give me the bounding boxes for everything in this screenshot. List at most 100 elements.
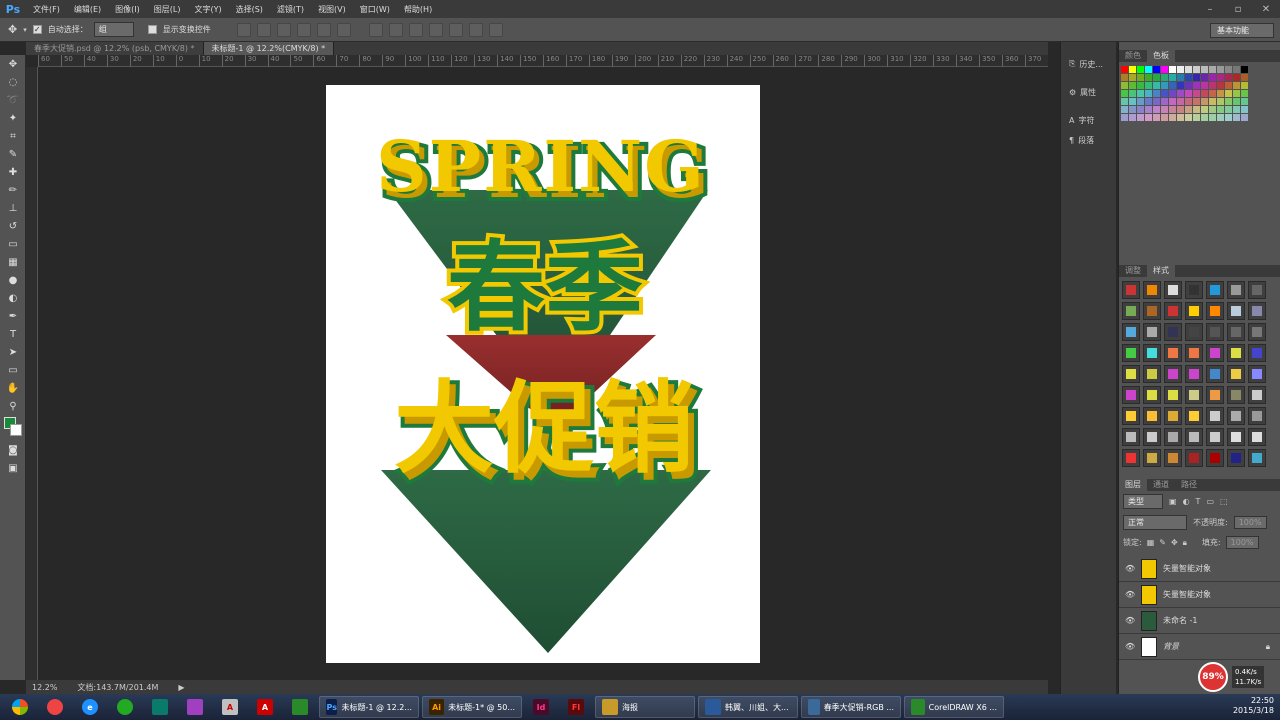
style-swatch[interactable]: [1122, 323, 1140, 341]
lock-pixels-icon[interactable]: ▦: [1147, 538, 1155, 547]
color-swatches[interactable]: [0, 415, 26, 441]
swatch[interactable]: [1145, 114, 1152, 121]
swatch[interactable]: [1129, 74, 1136, 81]
taskbar-flash[interactable]: Fl: [560, 696, 592, 718]
dodge-tool-icon[interactable]: ◐: [0, 289, 26, 307]
move-tool-icon[interactable]: ✥: [0, 55, 26, 73]
move-tool-icon[interactable]: ✥: [8, 23, 17, 36]
swatch[interactable]: [1225, 114, 1232, 121]
swatch[interactable]: [1233, 74, 1240, 81]
gradient-tool-icon[interactable]: ▦: [0, 253, 26, 271]
style-swatch[interactable]: [1143, 428, 1161, 446]
swatch[interactable]: [1129, 82, 1136, 89]
swatch[interactable]: [1121, 106, 1128, 113]
swatch[interactable]: [1217, 90, 1224, 97]
show-transform-checkbox[interactable]: [147, 25, 157, 34]
background-color[interactable]: [10, 424, 22, 436]
style-swatch[interactable]: [1206, 281, 1224, 299]
eraser-tool-icon[interactable]: ▭: [0, 235, 26, 253]
style-swatch[interactable]: [1143, 323, 1161, 341]
swatch[interactable]: [1177, 114, 1184, 121]
swatch[interactable]: [1233, 98, 1240, 105]
close-icon[interactable]: ✕: [1252, 0, 1280, 18]
swatch[interactable]: [1137, 106, 1144, 113]
swatches-grid[interactable]: [1119, 62, 1280, 125]
swatch[interactable]: [1161, 82, 1168, 89]
minimize-icon[interactable]: –: [1196, 0, 1224, 18]
swatch[interactable]: [1185, 106, 1192, 113]
swatch[interactable]: [1177, 74, 1184, 81]
swatch[interactable]: [1217, 82, 1224, 89]
swatch[interactable]: [1193, 98, 1200, 105]
fill-input[interactable]: 100%: [1225, 536, 1259, 549]
type-tool-icon[interactable]: T: [0, 325, 26, 343]
taskbar-app-purple[interactable]: [179, 696, 211, 718]
menu-help[interactable]: 帮助(H): [397, 4, 439, 15]
swatch[interactable]: [1241, 106, 1248, 113]
swatch[interactable]: [1201, 90, 1208, 97]
swatch[interactable]: [1177, 98, 1184, 105]
distribute-bottom-icon[interactable]: [408, 22, 423, 37]
swatch[interactable]: [1153, 74, 1160, 81]
style-swatch[interactable]: [1248, 323, 1266, 341]
align-vcenter-icon[interactable]: [256, 22, 271, 37]
magic-wand-tool-icon[interactable]: ✦: [0, 109, 26, 127]
blend-mode-dropdown[interactable]: 正常: [1123, 515, 1187, 530]
style-swatch[interactable]: [1248, 344, 1266, 362]
style-swatch[interactable]: [1143, 365, 1161, 383]
swatch[interactable]: [1185, 90, 1192, 97]
swatch[interactable]: [1185, 66, 1192, 73]
taskbar-chat[interactable]: 韩翼、川姐、大...: [698, 696, 798, 718]
align-hcenter-icon[interactable]: [316, 22, 331, 37]
swatch[interactable]: [1161, 106, 1168, 113]
swatch[interactable]: [1129, 114, 1136, 121]
swatch[interactable]: [1121, 82, 1128, 89]
style-swatch[interactable]: [1122, 428, 1140, 446]
style-swatch[interactable]: [1227, 344, 1245, 362]
swatch[interactable]: [1209, 66, 1216, 73]
swatch[interactable]: [1233, 114, 1240, 121]
menu-type[interactable]: 文字(Y): [187, 4, 228, 15]
align-bottom-icon[interactable]: [276, 22, 291, 37]
swatch[interactable]: [1201, 66, 1208, 73]
workspace-switcher[interactable]: 基本功能: [1210, 23, 1274, 38]
swatch[interactable]: [1193, 82, 1200, 89]
style-swatch[interactable]: [1122, 344, 1140, 362]
taskbar-app-green[interactable]: [144, 696, 176, 718]
style-swatch[interactable]: [1227, 386, 1245, 404]
marquee-tool-icon[interactable]: ◌: [0, 73, 26, 91]
swatch[interactable]: [1145, 106, 1152, 113]
style-swatch[interactable]: [1143, 407, 1161, 425]
swatch[interactable]: [1241, 90, 1248, 97]
swatch[interactable]: [1137, 114, 1144, 121]
swatch[interactable]: [1233, 82, 1240, 89]
tab-paths[interactable]: 路径: [1175, 479, 1203, 491]
swatch[interactable]: [1201, 106, 1208, 113]
swatch[interactable]: [1193, 74, 1200, 81]
swatch[interactable]: [1177, 66, 1184, 73]
style-swatch[interactable]: [1122, 302, 1140, 320]
align-left-icon[interactable]: [296, 22, 311, 37]
style-swatch[interactable]: [1206, 302, 1224, 320]
swatch[interactable]: [1145, 66, 1152, 73]
swatch[interactable]: [1129, 66, 1136, 73]
opacity-input[interactable]: 100%: [1233, 516, 1267, 529]
menu-edit[interactable]: 编辑(E): [67, 4, 108, 15]
taskbar-folder[interactable]: 海报: [595, 696, 695, 718]
swatch[interactable]: [1241, 98, 1248, 105]
swatch[interactable]: [1137, 98, 1144, 105]
clone-stamp-tool-icon[interactable]: ⊥: [0, 199, 26, 217]
style-swatch[interactable]: [1185, 386, 1203, 404]
style-swatch[interactable]: [1227, 281, 1245, 299]
style-swatch[interactable]: [1143, 344, 1161, 362]
swatch[interactable]: [1185, 114, 1192, 121]
swatch[interactable]: [1137, 90, 1144, 97]
system-clock[interactable]: 22:50 2015/3/18: [1233, 696, 1274, 716]
style-swatch[interactable]: [1185, 428, 1203, 446]
style-swatch[interactable]: [1143, 449, 1161, 467]
quick-mask-icon[interactable]: ◙: [0, 441, 26, 459]
filter-smart-icon[interactable]: ⬚: [1220, 497, 1228, 506]
screen-mode-icon[interactable]: ▣: [0, 459, 26, 477]
tab-spring-sale[interactable]: 春季大促销.psd @ 12.2% (psb, CMYK/8) *: [26, 42, 204, 55]
style-swatch[interactable]: [1185, 449, 1203, 467]
